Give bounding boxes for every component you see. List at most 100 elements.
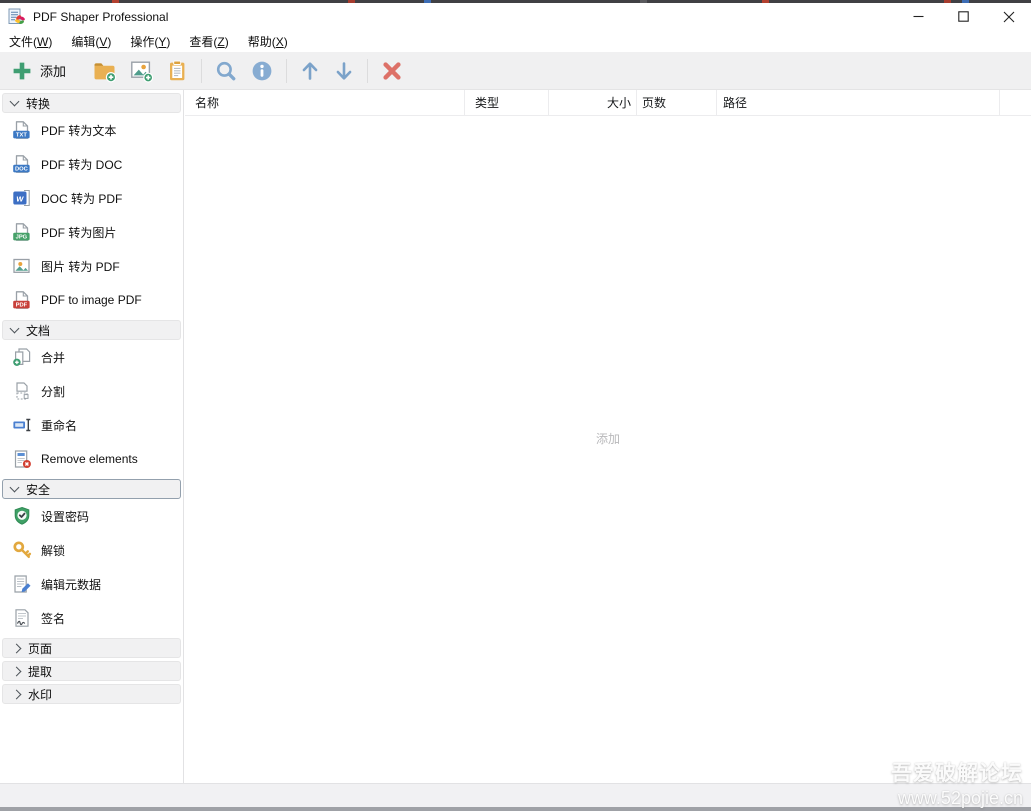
move-up-button[interactable] (293, 55, 327, 87)
maximize-button[interactable] (941, 3, 986, 30)
image-icon (12, 256, 32, 276)
sidebar-item-image-to-pdf[interactable]: 图片 转为 PDF (0, 249, 183, 283)
menu-help[interactable]: 帮助(X) (241, 30, 295, 53)
file-list-area: 名称 类型 大小 页数 路径 添加 (185, 90, 1031, 783)
sidebar-section-security[interactable]: 安全 (2, 479, 181, 499)
sidebar: 转换 TXT PDF 转为文本 DOC PDF 转为 DOC w DOC 转为 PDF… (0, 90, 184, 783)
item-label: 设置密码 (41, 509, 90, 524)
move-down-button[interactable] (327, 55, 361, 87)
empty-state-hint: 添加 (595, 432, 620, 446)
file-list-empty-area[interactable]: 添加 (185, 116, 1031, 783)
column-header-path[interactable]: 路径 (717, 90, 1000, 115)
close-icon (1003, 11, 1014, 22)
rename-icon (12, 415, 32, 435)
clipboard-icon (165, 59, 189, 83)
shield-icon (12, 506, 32, 526)
item-label: 解锁 (41, 543, 66, 558)
table-header: 名称 类型 大小 页数 路径 (185, 90, 1031, 116)
window-bottom-edge (0, 807, 1031, 811)
pdf-to-doc-icon: DOC (12, 154, 32, 174)
sidebar-section-convert[interactable]: 转换 (2, 93, 181, 113)
chevron-right-icon (11, 643, 22, 653)
column-header-type[interactable]: 类型 (465, 90, 549, 115)
search-icon (214, 59, 238, 83)
folder-add-icon (92, 59, 117, 83)
sidebar-item-pdf-to-image[interactable]: JPG PDF 转为图片 (0, 215, 183, 249)
sidebar-item-rename[interactable]: 重命名 (0, 408, 183, 442)
title-bar: PDF Shaper Professional (0, 3, 1031, 30)
add-image-button[interactable] (123, 55, 159, 87)
search-button[interactable] (208, 55, 244, 87)
paste-button[interactable] (159, 55, 195, 87)
svg-text:DOC: DOC (15, 167, 29, 173)
sidebar-item-unlock[interactable]: 解锁 (0, 533, 183, 567)
item-label: DOC 转为 PDF (41, 191, 123, 206)
toolbar-separator (201, 58, 203, 83)
column-header-name[interactable]: 名称 (185, 90, 465, 115)
maximize-icon (958, 11, 969, 22)
menu-file[interactable]: 文件(W) (2, 30, 59, 53)
pdf-to-image-pdf-icon: PDF (12, 290, 32, 310)
sidebar-section-pages[interactable]: 页面 (2, 638, 181, 658)
close-button[interactable] (986, 3, 1031, 30)
merge-icon (12, 347, 32, 367)
minimize-button[interactable] (896, 3, 941, 30)
arrow-down-icon (333, 59, 355, 83)
sidebar-item-split[interactable]: 分割 (0, 374, 183, 408)
add-folder-button[interactable] (86, 55, 123, 87)
item-label: 图片 转为 PDF (41, 259, 120, 274)
section-label: 安全 (26, 482, 51, 497)
info-icon (250, 59, 274, 83)
sidebar-section-document[interactable]: 文档 (2, 320, 181, 340)
item-label: 重命名 (41, 418, 78, 433)
svg-text:JPG: JPG (16, 235, 28, 241)
section-label: 水印 (28, 687, 53, 702)
sidebar-item-sign[interactable]: 签名 (0, 601, 183, 635)
plus-icon (11, 60, 33, 82)
add-button[interactable]: 添加 (5, 55, 72, 87)
toolbar-separator (286, 58, 288, 83)
split-icon (12, 381, 32, 401)
svg-text:w: w (16, 193, 24, 203)
section-label: 文档 (26, 323, 51, 338)
column-header-filler (1000, 90, 1031, 115)
toolbar-separator (367, 58, 369, 83)
sidebar-section-watermark[interactable]: 水印 (2, 684, 181, 704)
remove-button[interactable] (374, 55, 410, 87)
chevron-right-icon (11, 666, 22, 676)
sidebar-item-pdf-to-text[interactable]: TXT PDF 转为文本 (0, 113, 183, 147)
app-icon (8, 8, 26, 26)
svg-text:TXT: TXT (16, 133, 27, 139)
menu-actions[interactable]: 操作(Y) (123, 30, 177, 53)
item-label: PDF to image PDF (41, 293, 142, 307)
signature-icon (12, 608, 32, 628)
sidebar-item-merge[interactable]: 合并 (0, 340, 183, 374)
sidebar-item-doc-to-pdf[interactable]: w DOC 转为 PDF (0, 181, 183, 215)
image-add-icon (129, 59, 154, 83)
minimize-icon (913, 15, 924, 18)
sidebar-item-remove-elements[interactable]: Remove elements (0, 442, 183, 476)
sidebar-section-extract[interactable]: 提取 (2, 661, 181, 681)
pdf-to-image-icon: JPG (12, 222, 32, 242)
info-button[interactable] (244, 55, 280, 87)
section-label: 转换 (26, 96, 51, 111)
column-header-size[interactable]: 大小 (549, 90, 637, 115)
window-title: PDF Shaper Professional (33, 9, 169, 24)
add-button-label: 添加 (40, 64, 67, 79)
menu-edit[interactable]: 编辑(V) (64, 30, 118, 53)
sidebar-item-pdf-to-image-pdf[interactable]: PDF PDF to image PDF (0, 283, 183, 317)
sidebar-item-edit-metadata[interactable]: 编辑元数据 (0, 567, 183, 601)
section-label: 提取 (28, 664, 53, 679)
item-label: 签名 (41, 611, 66, 626)
svg-text:PDF: PDF (16, 303, 28, 309)
pdf-to-text-icon: TXT (12, 120, 32, 140)
item-label: PDF 转为文本 (41, 123, 117, 138)
column-header-pages[interactable]: 页数 (637, 90, 717, 115)
sidebar-item-set-password[interactable]: 设置密码 (0, 499, 183, 533)
item-label: 分割 (41, 384, 66, 399)
sidebar-item-pdf-to-doc[interactable]: DOC PDF 转为 DOC (0, 147, 183, 181)
section-label: 页面 (28, 641, 53, 656)
menu-view[interactable]: 查看(Z) (182, 30, 235, 53)
word-icon: w (12, 188, 32, 208)
item-label: 合并 (41, 350, 66, 365)
